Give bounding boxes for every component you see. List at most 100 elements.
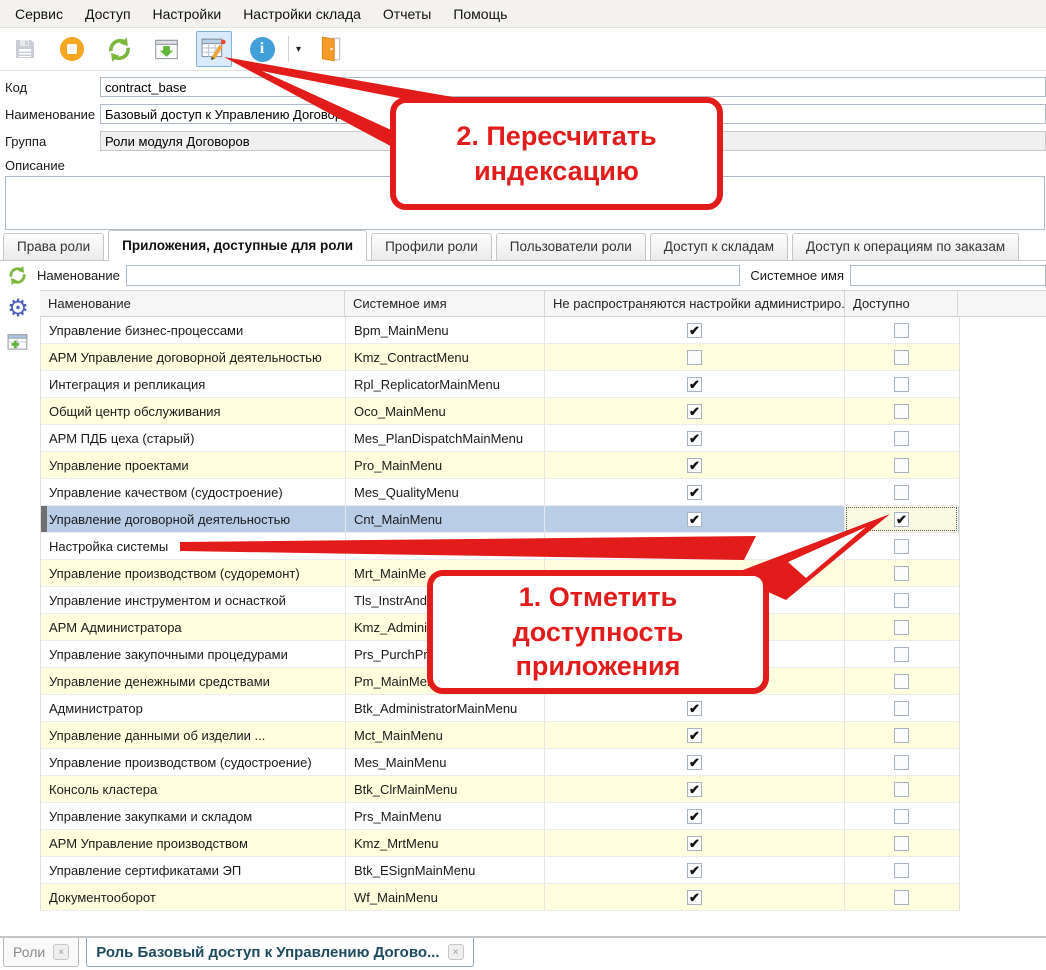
admin-checkbox[interactable] — [687, 323, 702, 338]
available-checkbox[interactable] — [894, 323, 909, 338]
admin-checkbox[interactable] — [687, 836, 702, 851]
role-tab[interactable]: Пользователи роли — [496, 233, 646, 260]
close-icon[interactable] — [53, 944, 69, 960]
available-checkbox[interactable] — [894, 782, 909, 797]
role-tab[interactable]: Доступ к операциям по заказам — [792, 233, 1019, 260]
admin-checkbox[interactable] — [687, 404, 702, 419]
available-checkbox[interactable] — [894, 566, 909, 581]
filter-sys-input[interactable] — [850, 265, 1046, 286]
table-row[interactable]: Управление производством (судостроение) … — [41, 749, 959, 776]
exit-button[interactable] — [314, 32, 348, 66]
table-row[interactable]: Управление бизнес-процессами Bpm_MainMen… — [41, 317, 959, 344]
menu-item[interactable]: Сервис — [4, 2, 74, 26]
dropdown-arrow-icon[interactable] — [296, 44, 301, 55]
table-row[interactable]: АРМ Управление договорной деятельностью … — [41, 344, 959, 371]
available-checkbox[interactable] — [894, 647, 909, 662]
stop-button[interactable] — [55, 32, 89, 66]
table-row[interactable]: Интеграция и репликация Rpl_ReplicatorMa… — [41, 371, 959, 398]
available-checkbox[interactable] — [894, 809, 909, 824]
refresh-button[interactable] — [102, 32, 136, 66]
table-row[interactable]: АРМ Управление производством Kmz_MrtMenu — [41, 830, 959, 857]
menu-item[interactable]: Помощь — [442, 2, 518, 26]
column-header-name[interactable]: Наменование — [40, 291, 345, 316]
table-row[interactable]: Настройка системы Btk_ConfiguratorMainMe… — [41, 533, 959, 560]
role-tab[interactable]: Приложения, доступные для роли — [108, 230, 367, 261]
field-input[interactable] — [100, 77, 1046, 97]
available-checkbox[interactable] — [894, 485, 909, 500]
role-tab[interactable]: Права роли — [3, 233, 104, 260]
available-checkbox[interactable] — [894, 350, 909, 365]
available-checkbox[interactable] — [894, 377, 909, 392]
table-row[interactable]: Управление денежными средствами Pm_MainM… — [41, 668, 959, 695]
column-header-sysname[interactable]: Системное имя — [345, 291, 545, 316]
table-add-button[interactable] — [5, 329, 31, 355]
table-row[interactable]: Управление данными об изделии ... Mct_Ma… — [41, 722, 959, 749]
admin-checkbox[interactable] — [687, 890, 702, 905]
table-row[interactable]: Общий центр обслуживания Oco_MainMenu — [41, 398, 959, 425]
admin-checkbox[interactable] — [687, 485, 702, 500]
cell-name: АРМ Администратора — [41, 614, 346, 640]
available-checkbox[interactable] — [894, 863, 909, 878]
table-row[interactable]: АРМ ПДБ цеха (старый) Mes_PlanDispatchMa… — [41, 425, 959, 452]
available-checkbox[interactable] — [894, 755, 909, 770]
close-icon[interactable] — [448, 944, 464, 960]
available-checkbox[interactable] — [894, 512, 909, 527]
field-input[interactable] — [100, 104, 1046, 124]
menu-item[interactable]: Настройки — [142, 2, 233, 26]
admin-checkbox[interactable] — [687, 350, 702, 365]
available-checkbox[interactable] — [894, 890, 909, 905]
table-row[interactable]: Управление сертификатами ЭП Btk_ESignMai… — [41, 857, 959, 884]
table-row[interactable]: Управление проектами Pro_MainMenu — [41, 452, 959, 479]
document-tab[interactable]: Роли — [3, 938, 79, 967]
table-row[interactable]: Консоль кластера Btk_ClrMainMenu — [41, 776, 959, 803]
table-row[interactable]: Управление закупками и складом Prs_MainM… — [41, 803, 959, 830]
available-checkbox[interactable] — [894, 701, 909, 716]
save-button[interactable] — [8, 32, 42, 66]
available-checkbox[interactable] — [894, 593, 909, 608]
available-checkbox[interactable] — [894, 404, 909, 419]
admin-checkbox[interactable] — [687, 539, 702, 554]
menu-item[interactable]: Доступ — [74, 2, 142, 26]
available-checkbox[interactable] — [894, 836, 909, 851]
menu-item[interactable]: Настройки склада — [232, 2, 372, 26]
menu-item[interactable]: Отчеты — [372, 2, 442, 26]
document-tab[interactable]: Роль Базовый доступ к Управлению Догово.… — [86, 938, 473, 967]
table-row[interactable]: Управление качеством (судостроение) Mes_… — [41, 479, 959, 506]
admin-checkbox[interactable] — [687, 863, 702, 878]
admin-checkbox[interactable] — [687, 701, 702, 716]
admin-checkbox[interactable] — [687, 458, 702, 473]
column-header-available[interactable]: Доступно — [845, 291, 958, 316]
table-row[interactable]: Управление договорной деятельностью Cnt_… — [41, 506, 959, 533]
table-row[interactable]: Управление инструментом и оснасткой Tls_… — [41, 587, 959, 614]
field-input[interactable] — [100, 131, 1046, 151]
available-checkbox[interactable] — [894, 620, 909, 635]
table-row[interactable]: Управление закупочными процедурами Prs_P… — [41, 641, 959, 668]
admin-checkbox[interactable] — [687, 431, 702, 446]
available-checkbox[interactable] — [894, 458, 909, 473]
table-row[interactable]: АРМ Администратора Kmz_Adminis — [41, 614, 959, 641]
admin-checkbox[interactable] — [687, 512, 702, 527]
admin-checkbox[interactable] — [687, 728, 702, 743]
table-row[interactable]: Управление производством (судоремонт) Mr… — [41, 560, 959, 587]
table-edit-button[interactable] — [196, 31, 232, 67]
role-tab[interactable]: Доступ к складам — [650, 233, 788, 260]
available-checkbox[interactable] — [894, 539, 909, 554]
table-import-button[interactable] — [149, 32, 183, 66]
settings-button[interactable] — [5, 296, 31, 322]
table-row[interactable]: Документооборот Wf_MainMenu — [41, 884, 959, 911]
filter-refresh-button[interactable] — [7, 265, 28, 286]
available-checkbox[interactable] — [894, 674, 909, 689]
admin-checkbox[interactable] — [687, 377, 702, 392]
admin-checkbox[interactable] — [687, 755, 702, 770]
available-checkbox[interactable] — [894, 728, 909, 743]
filter-name-input[interactable] — [126, 265, 741, 286]
description-textarea[interactable] — [5, 176, 1045, 230]
info-button[interactable] — [245, 32, 279, 66]
role-tab[interactable]: Профили роли — [371, 233, 492, 260]
table-row[interactable]: Администратор Btk_AdministratorMainMenu — [41, 695, 959, 722]
admin-checkbox[interactable] — [687, 809, 702, 824]
admin-checkbox[interactable] — [687, 782, 702, 797]
available-checkbox[interactable] — [894, 431, 909, 446]
cell-admin — [545, 371, 845, 397]
column-header-admin[interactable]: Не распространяются настройки администри… — [545, 291, 845, 316]
